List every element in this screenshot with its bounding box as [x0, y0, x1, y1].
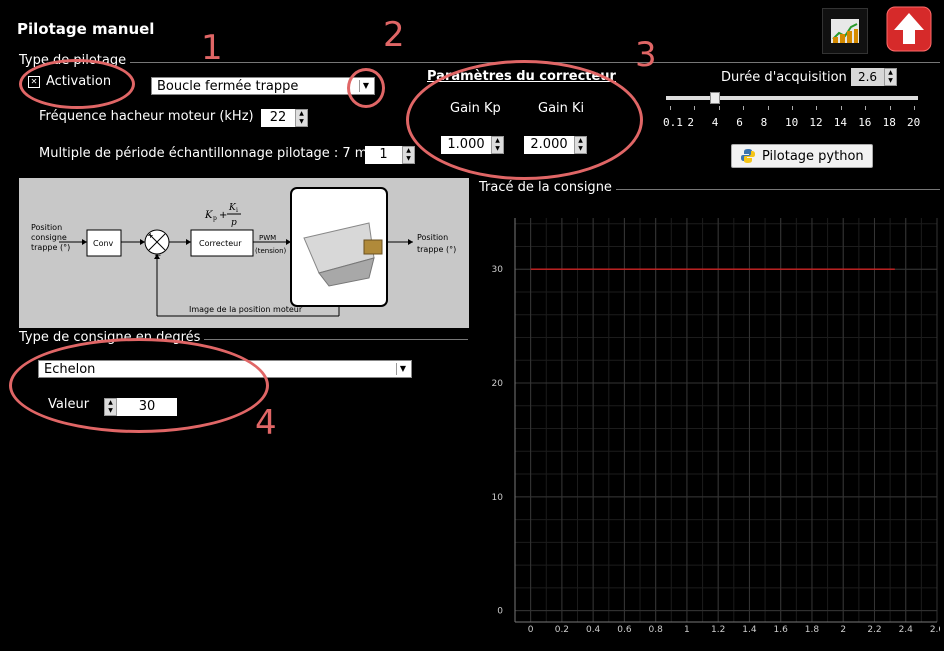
x-tick-label: 2 [840, 625, 846, 635]
x-tick-label: 2.6 [930, 625, 940, 635]
x-tick-label: 0 [528, 625, 534, 635]
slider-tick-mark [743, 106, 745, 110]
y-tick-label: 10 [492, 493, 504, 503]
slider-tick-mark [767, 106, 769, 110]
spin-down-icon[interactable]: ▼ [885, 77, 896, 85]
input-label-1: Position [31, 223, 62, 232]
multiple-label: Multiple de période échantillonnage pilo… [39, 146, 387, 161]
x-tick-label: 2.4 [899, 625, 914, 635]
chart-title: Tracé de la consigne [479, 180, 616, 195]
y-tick-label: 20 [492, 379, 504, 389]
annotation-number-1: 1 [201, 28, 223, 68]
svg-text:p: p [213, 215, 217, 222]
slider-tick-mark [889, 106, 891, 110]
formula-kp: K [204, 210, 213, 221]
acquisition-spinbox[interactable]: 2.6 ▲ ▼ [851, 68, 897, 86]
python-icon [741, 149, 755, 163]
chart-area: 0 0.2 0.4 0.6 0.8 1 1.2 1.4 1.6 1.8 2 2.2 2.4 2.6 0 10 2… [479, 196, 944, 647]
spin-down-icon[interactable]: ▼ [296, 118, 307, 126]
annotation-circle-3 [406, 60, 643, 180]
acquisition-slider-track[interactable] [666, 96, 918, 100]
spin-up-icon[interactable]: ▲ [403, 147, 414, 155]
chart-icon [831, 19, 859, 43]
output-label-2: trappe (°) [417, 245, 456, 254]
slider-tick-label: 14 [833, 116, 848, 129]
slider-tick-label: 12 [809, 116, 823, 129]
chevron-down-icon[interactable]: ▼ [396, 363, 409, 375]
slider-tick-label: 10 [785, 116, 799, 129]
slider-tick-mark [914, 106, 915, 110]
spin-down-icon[interactable]: ▼ [403, 155, 414, 163]
window-title: Pilotage manuel [17, 20, 155, 38]
x-tick-label: 0.2 [555, 625, 569, 635]
x-tick-label: 1.2 [711, 625, 725, 635]
chart-divider [606, 189, 940, 190]
mode-select[interactable]: Boucle fermée trappe ▼ [151, 77, 375, 95]
block-diagram-svg: Position consigne trappe (°) Conv + − Co… [31, 187, 456, 317]
feedback-label: Image de la position moteur [189, 305, 303, 314]
upload-toolbar-button[interactable] [884, 4, 934, 54]
slider-tick-label: 0.1 [663, 116, 683, 129]
block-diagram: Position consigne trappe (°) Conv + − Co… [19, 178, 469, 328]
annotation-circle-1 [19, 59, 135, 109]
consigne-divider [200, 339, 468, 340]
x-tick-label: 1 [684, 625, 690, 635]
acquisition-slider-handle[interactable] [709, 92, 720, 104]
slider-tick-label: 16 [858, 116, 872, 129]
slider-tick-mark [840, 106, 842, 110]
annotation-number-4: 4 [255, 403, 277, 443]
x-tick-label: 1.6 [774, 625, 789, 635]
freq-label: Fréquence hacheur moteur (kHz) [39, 109, 254, 124]
acquisition-label: Durée d'acquisition [721, 70, 847, 85]
chart-toolbar-button[interactable] [822, 8, 868, 54]
annotation-circle-4 [9, 338, 269, 433]
slider-tick-label: 20 [907, 116, 921, 129]
y-tick-label: 0 [497, 607, 503, 617]
slider-tick-mark [792, 106, 793, 110]
x-tick-label: 0.6 [617, 625, 632, 635]
pilotage-python-label: Pilotage python [762, 148, 864, 164]
conv-block: Conv [93, 239, 114, 248]
formula-p: p [231, 218, 237, 228]
slider-tick-mark [816, 106, 818, 110]
slider-tick-mark [670, 106, 671, 110]
output-label-1: Position [417, 233, 448, 242]
input-label-3: trappe (°) [31, 243, 70, 252]
x-tick-label: 2.2 [867, 625, 881, 635]
freq-value[interactable]: 22 [261, 109, 295, 127]
multiple-value[interactable]: 1 [365, 146, 402, 164]
acquisition-value[interactable]: 2.6 [851, 68, 884, 86]
pwm-label: PWM [259, 234, 276, 242]
svg-text:+: + [219, 210, 227, 221]
input-label-2: consigne [31, 233, 67, 242]
upload-arrow-icon [886, 6, 932, 52]
chart-svg: 0 0.2 0.4 0.6 0.8 1 1.2 1.4 1.6 1.8 2 2.2 2.4 2.6 0 10 2… [492, 218, 944, 635]
freq-spinbox[interactable]: 22 ▲ ▼ [261, 109, 308, 127]
slider-tick-label: 8 [760, 116, 768, 129]
annotation-number-2: 2 [383, 15, 405, 55]
svg-text:+: + [147, 231, 154, 240]
x-tick-label: 0.4 [586, 625, 601, 635]
slider-tick-mark [865, 106, 867, 110]
annotation-circle-2 [347, 68, 385, 108]
x-tick-label: 0.8 [649, 625, 664, 635]
slider-tick-label: 2 [687, 116, 695, 129]
slider-tick-mark [694, 106, 696, 110]
spin-up-icon[interactable]: ▲ [885, 69, 896, 77]
mode-select-value: Boucle fermée trappe [157, 79, 299, 94]
multiple-spinbox[interactable]: 1 ▲ ▼ [365, 146, 415, 164]
correcteur-block: Correcteur [199, 239, 242, 248]
tension-label: (tension) [255, 247, 287, 255]
slider-tick-label: 18 [882, 116, 896, 129]
svg-text:i: i [236, 207, 238, 214]
x-tick-label: 1.8 [805, 625, 820, 635]
slider-tick-mark [718, 106, 720, 110]
x-tick-label: 1.4 [742, 625, 757, 635]
pilotage-python-button[interactable]: Pilotage python [731, 144, 873, 168]
annotation-number-3: 3 [635, 35, 657, 75]
slider-tick-label: 4 [711, 116, 719, 129]
slider-tick-label: 6 [736, 116, 743, 129]
y-tick-label: 30 [492, 265, 504, 275]
spin-up-icon[interactable]: ▲ [296, 110, 307, 118]
